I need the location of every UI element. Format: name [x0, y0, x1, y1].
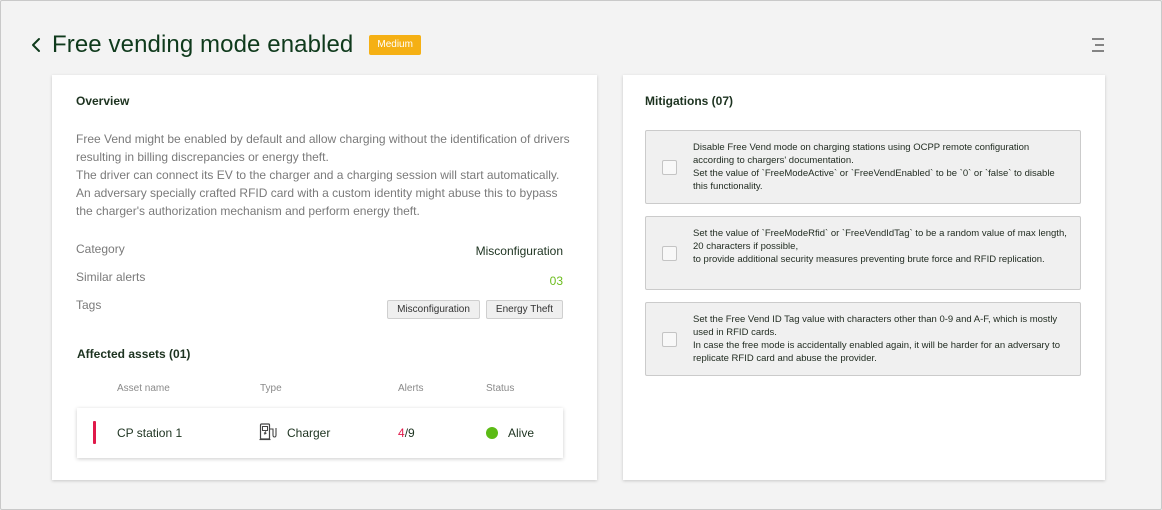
- column-header-asset-name: Asset name: [117, 383, 170, 394]
- mitigations-title: Mitigations (07): [645, 94, 734, 108]
- alert-description: Free Vend might be enabled by default an…: [76, 130, 571, 220]
- mitigation-item: Set the value of `FreeModeRfid` or `Free…: [645, 216, 1081, 290]
- column-header-type: Type: [260, 383, 282, 394]
- mitigation-line: Set the value of `FreeModeActive` or `Fr…: [693, 168, 1055, 192]
- similar-alerts-count[interactable]: 03: [550, 274, 563, 288]
- affected-assets-title: Affected assets (01): [77, 347, 191, 361]
- asset-name: CP station 1: [117, 426, 183, 440]
- mitigation-checkbox[interactable]: [662, 332, 677, 347]
- page-title: Free vending mode enabled: [52, 31, 354, 58]
- mitigation-item: Set the Free Vend ID Tag value with char…: [645, 302, 1081, 376]
- mitigation-line: Set the Free Vend ID Tag value with char…: [693, 314, 1058, 338]
- mitigation-line: In case the free mode is accidentally en…: [693, 340, 1061, 364]
- menu-icon: [1092, 38, 1104, 52]
- overview-card: Overview Free Vend might be enabled by d…: [52, 75, 597, 480]
- mitigation-item: Disable Free Vend mode on charging stati…: [645, 130, 1081, 204]
- mitigation-line: Disable Free Vend mode on charging stati…: [693, 142, 1030, 166]
- mitigation-checkbox[interactable]: [662, 246, 677, 261]
- tag-misconfiguration[interactable]: Misconfiguration: [387, 300, 480, 319]
- asset-type: Charger: [287, 426, 331, 440]
- asset-row[interactable]: CP station 1 Charger 4/9 Alive: [77, 408, 563, 458]
- description-paragraph: The driver can connect its EV to the cha…: [76, 168, 560, 218]
- tags-label: Tags: [76, 298, 102, 312]
- chevron-left-icon: [32, 38, 40, 52]
- mitigation-text: Disable Free Vend mode on charging stati…: [693, 141, 1068, 193]
- tag-energy-theft[interactable]: Energy Theft: [485, 300, 563, 319]
- back-button[interactable]: [28, 34, 44, 56]
- active-alerts-count: 4: [398, 426, 405, 440]
- tag-list: Misconfiguration Energy Theft: [387, 300, 563, 319]
- menu-button[interactable]: [1089, 36, 1107, 54]
- mitigation-text: Set the value of `FreeModeRfid` or `Free…: [693, 227, 1068, 266]
- description-paragraph: Free Vend might be enabled by default an…: [76, 132, 570, 164]
- column-header-alerts: Alerts: [398, 383, 424, 394]
- mitigations-card: Mitigations (07) Disable Free Vend mode …: [623, 75, 1105, 480]
- page-header: Free vending mode enabled Medium: [28, 30, 421, 60]
- asset-status: Alive: [508, 426, 535, 440]
- total-alerts-count: /9: [404, 426, 415, 440]
- mitigation-text: Set the Free Vend ID Tag value with char…: [693, 313, 1068, 365]
- similar-alerts-label: Similar alerts: [76, 270, 146, 284]
- asset-alerts: 4/9: [398, 426, 415, 440]
- mitigation-checkbox[interactable]: [662, 160, 677, 175]
- status-dot-icon: [486, 427, 498, 439]
- severity-indicator: [93, 421, 96, 444]
- category-value: Misconfiguration: [475, 244, 563, 258]
- severity-badge: Medium: [369, 35, 421, 55]
- category-label: Category: [76, 242, 125, 256]
- column-header-status: Status: [486, 383, 515, 394]
- mitigation-line: Set the value of `FreeModeRfid` or `Free…: [693, 228, 1067, 252]
- charger-icon: [259, 423, 277, 441]
- overview-title: Overview: [76, 94, 130, 108]
- mitigation-line: to provide additional security measures …: [693, 254, 1045, 265]
